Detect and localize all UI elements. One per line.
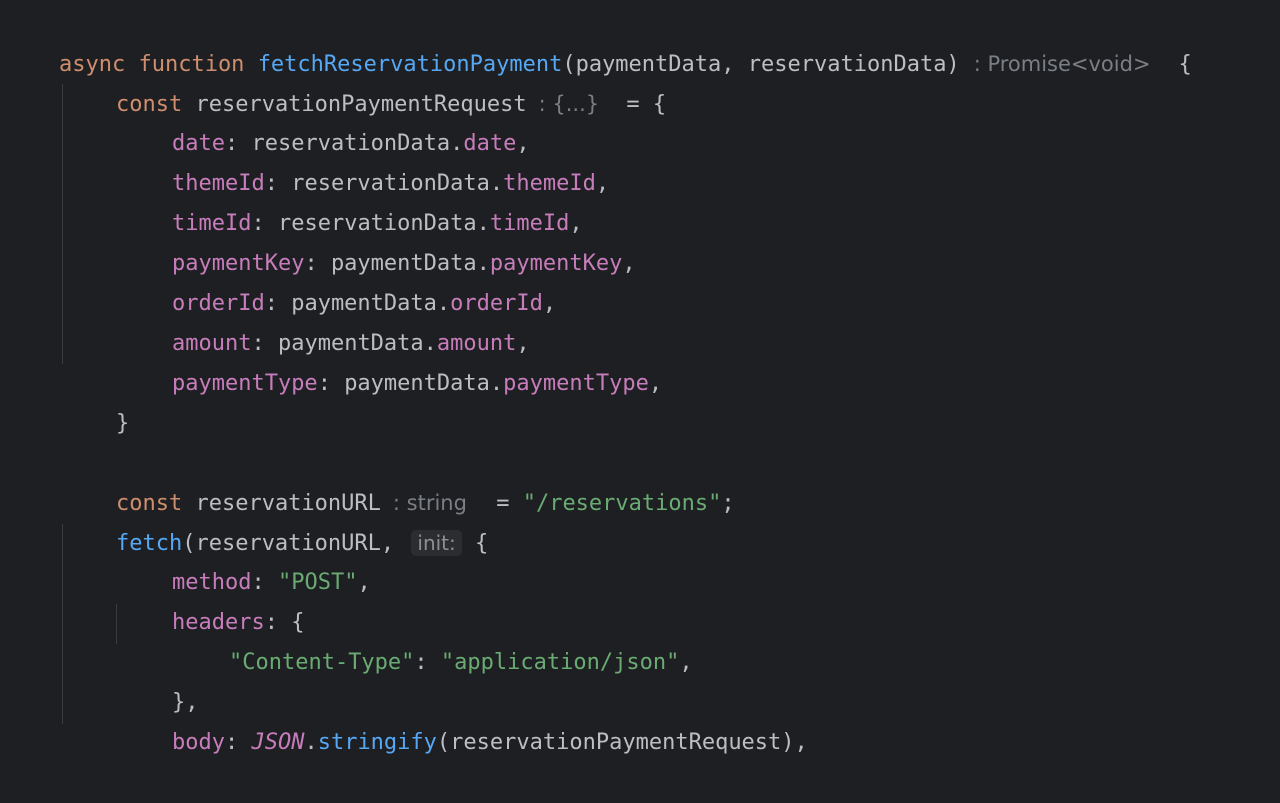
comma: , (357, 570, 371, 595)
code-line-4[interactable]: themeId: reservationData.themeId, (119, 124, 609, 196)
code-line-6[interactable]: paymentKey: paymentData.paymentKey, (119, 204, 636, 276)
code-line-7[interactable]: orderId: paymentData.orderId, (119, 244, 556, 316)
indent-guide (116, 604, 117, 644)
comma: , (622, 251, 636, 276)
comma: , (595, 171, 610, 196)
colon: : (224, 730, 252, 755)
code-line-2[interactable]: const reservationPaymentRequest: {...} =… (63, 44, 666, 117)
colon: : (317, 371, 345, 396)
code-line-13[interactable]: fetch(reservationURL, init: { (63, 483, 488, 556)
object-ref: paymentData. (344, 371, 504, 396)
code-line-15[interactable]: headers: { (119, 563, 304, 635)
object-key: paymentType (171, 371, 318, 396)
comma: , (679, 650, 693, 675)
open-brace: { (1178, 52, 1192, 77)
stringify-method[interactable]: stringify (318, 730, 437, 755)
close-brace: } (115, 411, 130, 436)
json-global: JSON (251, 730, 305, 755)
colon: : (414, 650, 441, 675)
code-line-17[interactable]: }, (119, 643, 199, 715)
code-line-5[interactable]: timeId: reservationData.timeId, (119, 164, 583, 236)
call-args: (reservationPaymentRequest), (436, 730, 808, 755)
assign: = (482, 491, 523, 516)
string-literal: "/reservations" (522, 491, 722, 516)
code-line-14[interactable]: method: "POST", (119, 523, 371, 595)
property-ref: paymentType (503, 371, 649, 396)
code-line-3[interactable]: date: reservationData.date, (119, 84, 530, 156)
comma: , (542, 291, 557, 316)
header-key: "Content-Type" (228, 650, 415, 675)
code-line-9[interactable]: paymentType: paymentData.paymentType, (119, 324, 662, 396)
param-hint-init: init: (411, 530, 462, 556)
code-line-12[interactable]: const reservationURL: string = "/reserva… (63, 443, 735, 516)
string-literal: "application/json" (440, 650, 680, 675)
code-line-1[interactable]: async function fetchReservationPayment(p… (6, 4, 1192, 77)
semicolon: ; (721, 491, 735, 516)
code-line-16[interactable]: "Content-Type": "application/json", (176, 603, 693, 675)
dot: . (304, 730, 318, 755)
code-line-10[interactable]: } (63, 364, 129, 436)
type-hint: : {...} (538, 92, 600, 116)
return-type-hint: : Promise<void> (973, 52, 1151, 76)
code-line-18[interactable]: body: JSON.stringify(reservationPaymentR… (119, 683, 808, 755)
code-editor[interactable]: async function fetchReservationPayment(p… (0, 0, 1280, 755)
open-brace: { (461, 531, 489, 556)
comma: , (648, 371, 663, 396)
code-line-8[interactable]: amount: paymentData.amount, (119, 284, 530, 356)
object-key: body (171, 730, 225, 755)
assign-open: = { (613, 92, 667, 117)
